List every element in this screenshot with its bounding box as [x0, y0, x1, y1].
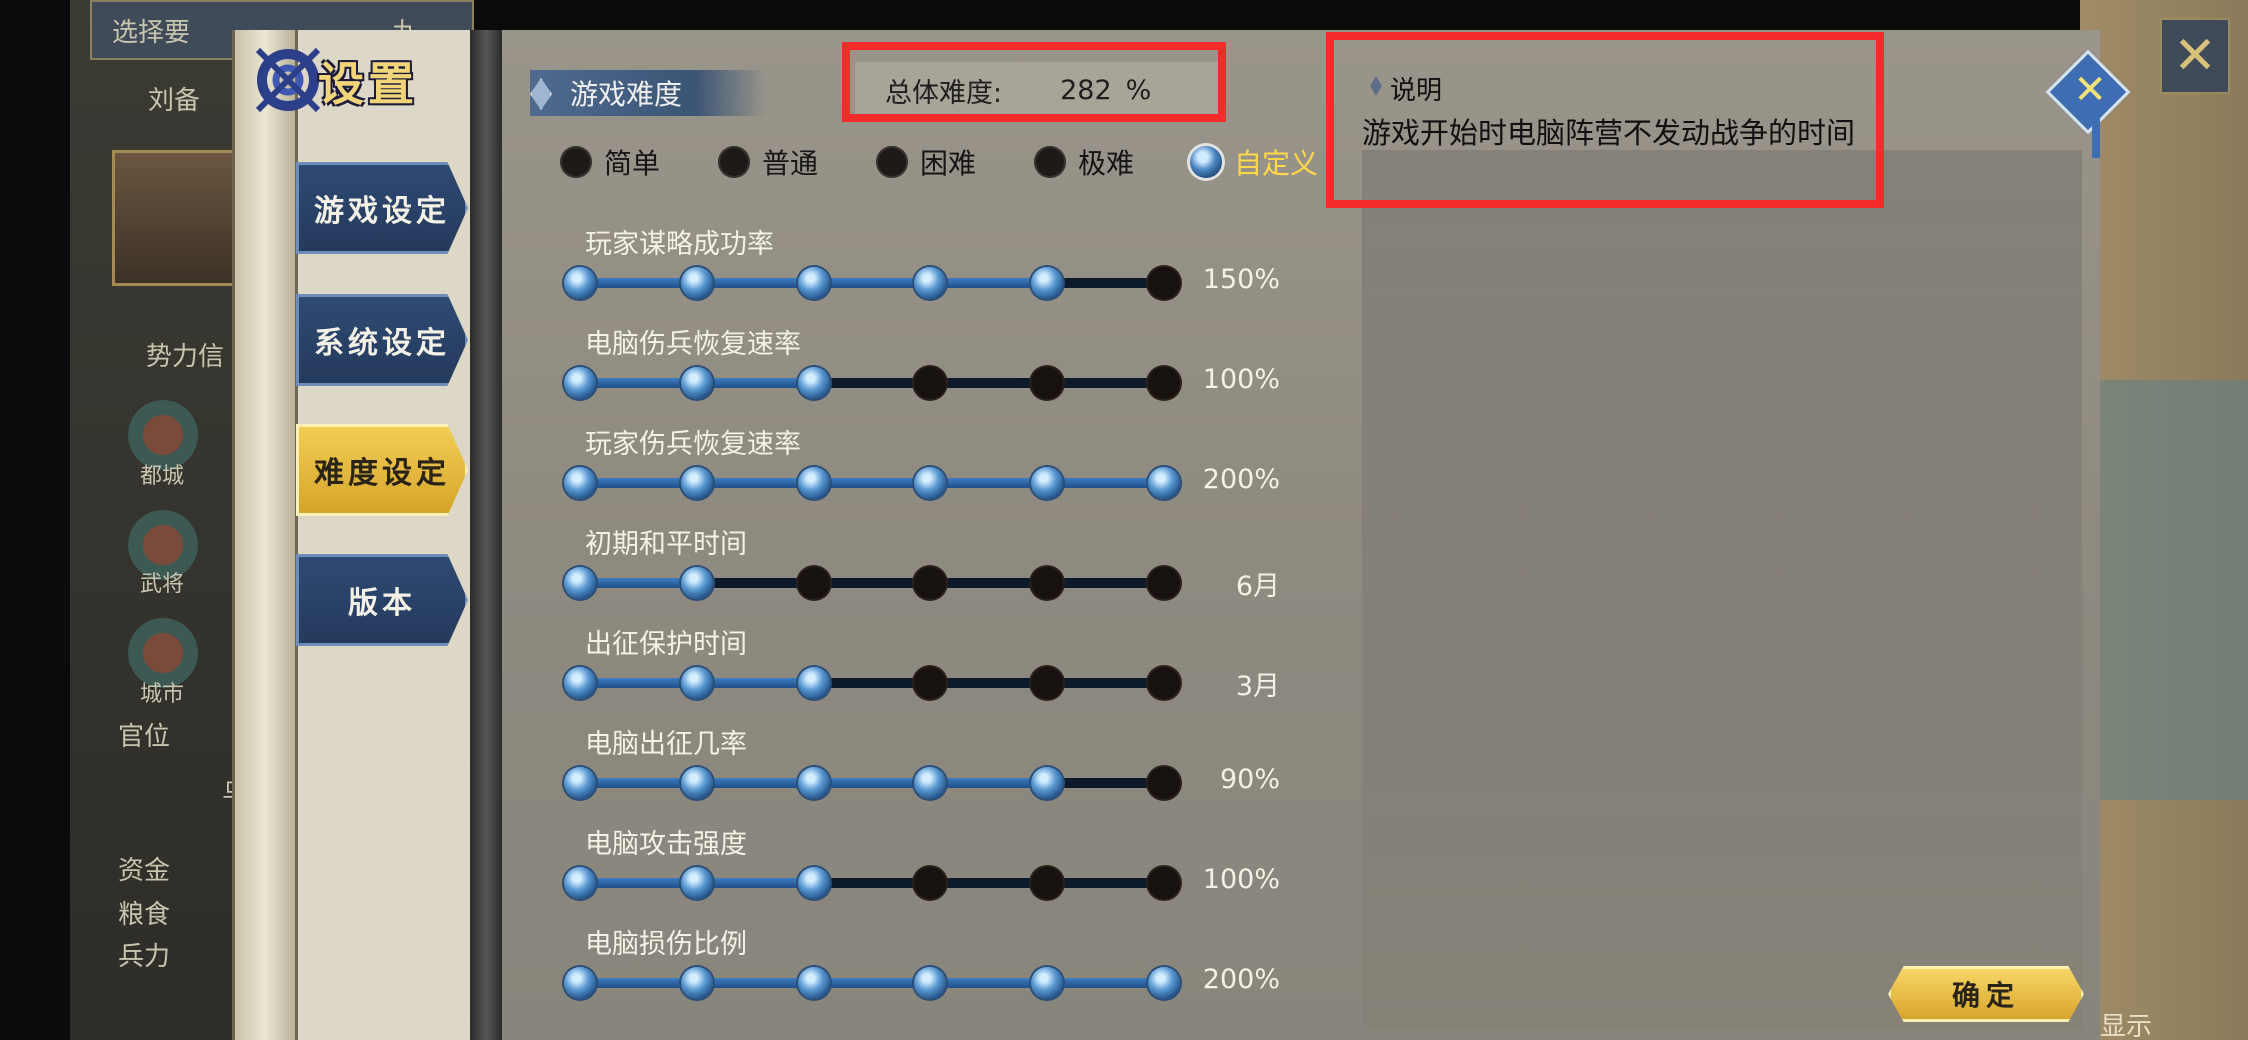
radio-dot-selected	[1190, 146, 1222, 178]
slider-label: 出征保护时间	[585, 629, 747, 660]
slider-step-inactive[interactable]	[1031, 567, 1064, 599]
slider-step-inactive[interactable]	[1031, 367, 1064, 399]
slider-step-inactive[interactable]	[1031, 667, 1064, 699]
slider-step-active[interactable]	[680, 767, 713, 799]
slider-label: 玩家谋略成功率	[585, 229, 774, 260]
slider-track[interactable]	[564, 667, 1180, 699]
slider-track[interactable]	[564, 267, 1180, 299]
slider-track[interactable]	[564, 567, 1180, 599]
slider-step-active[interactable]	[1031, 467, 1064, 499]
difficulty-option-extreme[interactable]: 极难	[1034, 142, 1134, 182]
difficulty-option-custom[interactable]: 自定义	[1190, 142, 1318, 182]
background-player-name: 刘备	[148, 86, 201, 116]
slider-step-active[interactable]	[564, 967, 596, 999]
slider-step-active[interactable]	[797, 767, 830, 799]
tab-game-settings[interactable]: 游戏设定	[296, 162, 468, 254]
game-screen: 选择要 九 刘备 势力信 都城 武将 城市 官位 乌 资金 粮食 兵力 ✕ 显示…	[0, 0, 2248, 1040]
slider-step-active[interactable]	[564, 467, 596, 499]
slider-step-active[interactable]	[1031, 267, 1064, 299]
slider-value: 100%	[1202, 864, 1280, 895]
slider-step-active[interactable]	[680, 267, 713, 299]
difficulty-option-easy[interactable]: 简单	[560, 142, 660, 182]
slider-track[interactable]	[564, 967, 1180, 999]
page-title: 设置	[318, 57, 418, 111]
difficulty-option-hard[interactable]: 困难	[876, 142, 976, 182]
slider-fill	[580, 978, 1164, 988]
slider-step-active[interactable]	[564, 867, 596, 899]
background-top-text: 选择要	[112, 18, 191, 48]
background-stat-label: 兵力	[118, 942, 171, 972]
panel-divider	[470, 30, 502, 1040]
slider-value: 200%	[1202, 964, 1280, 995]
slider-step-active[interactable]	[564, 367, 596, 399]
slider-step-active[interactable]	[680, 667, 713, 699]
background-icon-label: 武将	[140, 572, 185, 597]
slider-step-active[interactable]	[797, 967, 830, 999]
background-close-icon: ✕	[2160, 18, 2230, 94]
radio-dot	[718, 146, 750, 178]
radio-dot	[1034, 146, 1066, 178]
slider-step-inactive[interactable]	[797, 567, 830, 599]
slider-fill	[580, 578, 697, 588]
slider-value: 100%	[1202, 364, 1280, 395]
slider-step-active[interactable]	[564, 767, 596, 799]
slider-label: 电脑出征几率	[585, 729, 747, 760]
background-icon-label: 城市	[140, 682, 185, 707]
tassel-ornament	[2092, 118, 2100, 158]
slider-label: 电脑损伤比例	[585, 929, 747, 960]
scroll-roller	[232, 30, 298, 1040]
slider-value: 200%	[1202, 464, 1280, 495]
slider-step-active[interactable]	[1031, 967, 1064, 999]
highlight-box	[842, 42, 1226, 122]
slider-track[interactable]	[564, 867, 1180, 899]
background-section-label: 势力信	[146, 342, 225, 372]
slider-step-active[interactable]	[564, 267, 596, 299]
background-map-water	[2100, 380, 2248, 800]
slider-track[interactable]	[564, 367, 1180, 399]
slider-value: 6月	[1235, 571, 1280, 602]
section-title: 游戏难度	[570, 78, 683, 111]
slider-step-active[interactable]	[797, 467, 830, 499]
slider-track[interactable]	[564, 467, 1180, 499]
tab-system-settings[interactable]: 系统设定	[296, 294, 468, 386]
slider-value: 90%	[1219, 764, 1280, 795]
slider-label: 电脑伤兵恢复速率	[585, 329, 801, 360]
slider-step-active[interactable]	[564, 667, 596, 699]
slider-value: 3月	[1235, 671, 1280, 702]
difficulty-option-normal[interactable]: 普通	[718, 142, 818, 182]
slider-fill	[580, 478, 1164, 488]
tab-version[interactable]: 版本	[296, 554, 468, 646]
background-official-label: 官位	[118, 722, 171, 752]
section-header: 游戏难度	[530, 70, 766, 116]
slider-track[interactable]	[564, 767, 1180, 799]
background-display-label: 显示	[2100, 1012, 2153, 1040]
background-stat-label: 粮食	[118, 900, 171, 930]
avatar	[112, 150, 238, 286]
slider-step-active[interactable]	[680, 567, 713, 599]
highlight-box	[1326, 32, 1884, 208]
slider-step-active[interactable]	[797, 867, 830, 899]
slider-step-active[interactable]	[1031, 767, 1064, 799]
slider-step-active[interactable]	[564, 567, 596, 599]
slider-step-active[interactable]	[797, 267, 830, 299]
close-icon: ✕	[2073, 66, 2107, 113]
tab-difficulty-settings[interactable]: 难度设定	[296, 424, 468, 516]
confirm-button[interactable]: 确定	[1888, 966, 2084, 1022]
radio-dot	[560, 146, 592, 178]
background-icon-label: 都城	[140, 464, 185, 489]
slider-label: 初期和平时间	[585, 529, 747, 560]
slider-value: 150%	[1202, 264, 1280, 295]
slider-step-active[interactable]	[680, 467, 713, 499]
radio-dot	[876, 146, 908, 178]
slider-step-active[interactable]	[680, 367, 713, 399]
slider-step-active[interactable]	[797, 367, 830, 399]
slider-step-active[interactable]	[680, 967, 713, 999]
slider-label: 玩家伤兵恢复速率	[585, 429, 801, 460]
slider-step-active[interactable]	[797, 667, 830, 699]
background-stat-label: 资金	[118, 856, 171, 886]
slider-label: 电脑攻击强度	[585, 829, 747, 860]
slider-step-inactive[interactable]	[1031, 867, 1064, 899]
slider-step-active[interactable]	[680, 867, 713, 899]
